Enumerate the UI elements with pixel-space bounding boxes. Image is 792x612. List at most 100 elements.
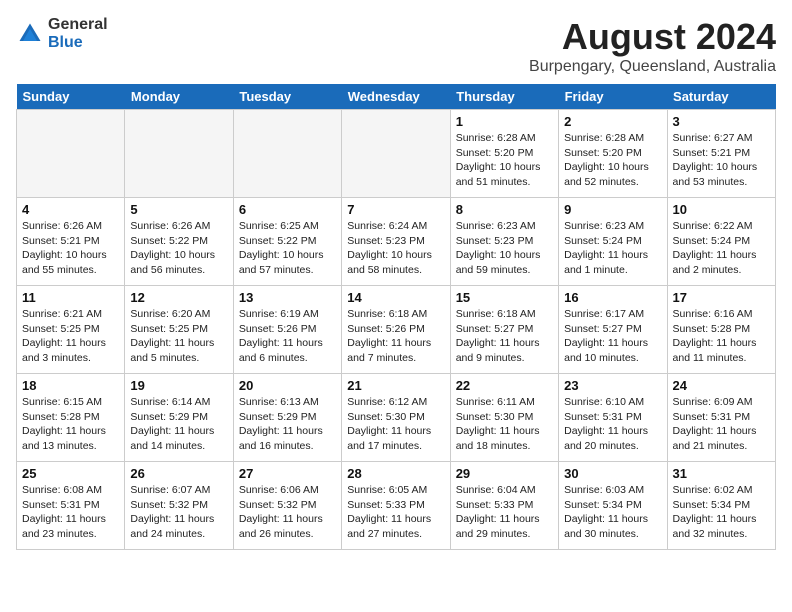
day-number: 18 xyxy=(22,378,119,393)
calendar-cell: 28 Sunrise: 6:05 AM Sunset: 5:33 PM Dayli… xyxy=(342,462,450,550)
calendar-cell: 30 Sunrise: 6:03 AM Sunset: 5:34 PM Dayli… xyxy=(559,462,667,550)
day-number: 16 xyxy=(564,290,661,305)
day-info: Sunrise: 6:28 AM Sunset: 5:20 PM Dayligh… xyxy=(564,131,661,190)
day-info: Sunrise: 6:28 AM Sunset: 5:20 PM Dayligh… xyxy=(456,131,553,190)
calendar-cell: 21 Sunrise: 6:12 AM Sunset: 5:30 PM Dayli… xyxy=(342,374,450,462)
day-info: Sunrise: 6:26 AM Sunset: 5:21 PM Dayligh… xyxy=(22,219,119,278)
day-info: Sunrise: 6:05 AM Sunset: 5:33 PM Dayligh… xyxy=(347,483,444,542)
day-number: 30 xyxy=(564,466,661,481)
calendar-cell: 5Sunrise: 6:26 AM Sunset: 5:22 PM Daylig… xyxy=(125,198,233,286)
logo-icon xyxy=(16,20,44,48)
day-info: Sunrise: 6:06 AM Sunset: 5:32 PM Dayligh… xyxy=(239,483,336,542)
logo-blue-text: Blue xyxy=(48,34,108,52)
calendar-week-row: 1 Sunrise: 6:28 AM Sunset: 5:20 PM Daylig… xyxy=(17,110,776,198)
day-number: 3 xyxy=(673,114,770,129)
day-info: Sunrise: 6:02 AM Sunset: 5:34 PM Dayligh… xyxy=(673,483,770,542)
day-info: Sunrise: 6:12 AM Sunset: 5:30 PM Dayligh… xyxy=(347,395,444,454)
logo-text: General Blue xyxy=(48,16,108,51)
calendar-cell: 10 Sunrise: 6:22 AM Sunset: 5:24 PM Dayli… xyxy=(667,198,775,286)
weekday-header-monday: Monday xyxy=(125,84,233,110)
day-number: 1 xyxy=(456,114,553,129)
weekday-header-wednesday: Wednesday xyxy=(342,84,450,110)
month-year-title: August 2024 xyxy=(529,16,776,58)
calendar-cell: 25Sunrise: 6:08 AM Sunset: 5:31 PM Dayli… xyxy=(17,462,125,550)
day-number: 10 xyxy=(673,202,770,217)
calendar-cell: 12 Sunrise: 6:20 AM Sunset: 5:25 PM Dayli… xyxy=(125,286,233,374)
day-info: Sunrise: 6:21 AM Sunset: 5:25 PM Dayligh… xyxy=(22,307,119,366)
day-number: 20 xyxy=(239,378,336,393)
calendar-cell: 31 Sunrise: 6:02 AM Sunset: 5:34 PM Dayli… xyxy=(667,462,775,550)
day-number: 11 xyxy=(22,290,119,305)
calendar-cell: 13 Sunrise: 6:19 AM Sunset: 5:26 PM Dayli… xyxy=(233,286,341,374)
weekday-header-saturday: Saturday xyxy=(667,84,775,110)
calendar-cell xyxy=(125,110,233,198)
day-info: Sunrise: 6:23 AM Sunset: 5:24 PM Dayligh… xyxy=(564,219,661,278)
day-number: 27 xyxy=(239,466,336,481)
day-info: Sunrise: 6:20 AM Sunset: 5:25 PM Dayligh… xyxy=(130,307,227,366)
day-info: Sunrise: 6:24 AM Sunset: 5:23 PM Dayligh… xyxy=(347,219,444,278)
calendar-cell: 29 Sunrise: 6:04 AM Sunset: 5:33 PM Dayli… xyxy=(450,462,558,550)
day-info: Sunrise: 6:04 AM Sunset: 5:33 PM Dayligh… xyxy=(456,483,553,542)
day-info: Sunrise: 6:14 AM Sunset: 5:29 PM Dayligh… xyxy=(130,395,227,454)
day-number: 7 xyxy=(347,202,444,217)
calendar-week-row: 25Sunrise: 6:08 AM Sunset: 5:31 PM Dayli… xyxy=(17,462,776,550)
weekday-header-friday: Friday xyxy=(559,84,667,110)
weekday-header-thursday: Thursday xyxy=(450,84,558,110)
calendar-cell: 11 Sunrise: 6:21 AM Sunset: 5:25 PM Dayli… xyxy=(17,286,125,374)
day-number: 29 xyxy=(456,466,553,481)
day-number: 6 xyxy=(239,202,336,217)
calendar-cell: 27 Sunrise: 6:06 AM Sunset: 5:32 PM Dayli… xyxy=(233,462,341,550)
calendar-cell: 7 Sunrise: 6:24 AM Sunset: 5:23 PM Daylig… xyxy=(342,198,450,286)
day-info: Sunrise: 6:15 AM Sunset: 5:28 PM Dayligh… xyxy=(22,395,119,454)
page-header: General Blue August 2024 Burpengary, Que… xyxy=(16,16,776,76)
day-number: 12 xyxy=(130,290,227,305)
day-info: Sunrise: 6:09 AM Sunset: 5:31 PM Dayligh… xyxy=(673,395,770,454)
day-info: Sunrise: 6:22 AM Sunset: 5:24 PM Dayligh… xyxy=(673,219,770,278)
calendar-cell: 17 Sunrise: 6:16 AM Sunset: 5:28 PM Dayli… xyxy=(667,286,775,374)
day-number: 24 xyxy=(673,378,770,393)
day-number: 31 xyxy=(673,466,770,481)
calendar-week-row: 18 Sunrise: 6:15 AM Sunset: 5:28 PM Dayli… xyxy=(17,374,776,462)
day-info: Sunrise: 6:19 AM Sunset: 5:26 PM Dayligh… xyxy=(239,307,336,366)
day-number: 25 xyxy=(22,466,119,481)
day-info: Sunrise: 6:03 AM Sunset: 5:34 PM Dayligh… xyxy=(564,483,661,542)
calendar-week-row: 11 Sunrise: 6:21 AM Sunset: 5:25 PM Dayli… xyxy=(17,286,776,374)
day-number: 8 xyxy=(456,202,553,217)
location-subtitle: Burpengary, Queensland, Australia xyxy=(529,58,776,76)
day-number: 13 xyxy=(239,290,336,305)
calendar-cell: 8Sunrise: 6:23 AM Sunset: 5:23 PM Daylig… xyxy=(450,198,558,286)
day-info: Sunrise: 6:26 AM Sunset: 5:22 PM Dayligh… xyxy=(130,219,227,278)
day-info: Sunrise: 6:18 AM Sunset: 5:26 PM Dayligh… xyxy=(347,307,444,366)
day-number: 15 xyxy=(456,290,553,305)
day-number: 4 xyxy=(22,202,119,217)
calendar-cell: 15 Sunrise: 6:18 AM Sunset: 5:27 PM Dayli… xyxy=(450,286,558,374)
day-number: 26 xyxy=(130,466,227,481)
weekday-header-tuesday: Tuesday xyxy=(233,84,341,110)
day-number: 21 xyxy=(347,378,444,393)
calendar-cell: 3Sunrise: 6:27 AM Sunset: 5:21 PM Daylig… xyxy=(667,110,775,198)
calendar-cell: 24 Sunrise: 6:09 AM Sunset: 5:31 PM Dayli… xyxy=(667,374,775,462)
day-info: Sunrise: 6:18 AM Sunset: 5:27 PM Dayligh… xyxy=(456,307,553,366)
day-number: 19 xyxy=(130,378,227,393)
calendar-week-row: 4 Sunrise: 6:26 AM Sunset: 5:21 PM Daylig… xyxy=(17,198,776,286)
day-info: Sunrise: 6:17 AM Sunset: 5:27 PM Dayligh… xyxy=(564,307,661,366)
calendar-cell: 6Sunrise: 6:25 AM Sunset: 5:22 PM Daylig… xyxy=(233,198,341,286)
calendar-cell: 18 Sunrise: 6:15 AM Sunset: 5:28 PM Dayli… xyxy=(17,374,125,462)
day-info: Sunrise: 6:16 AM Sunset: 5:28 PM Dayligh… xyxy=(673,307,770,366)
calendar-cell: 9 Sunrise: 6:23 AM Sunset: 5:24 PM Daylig… xyxy=(559,198,667,286)
day-info: Sunrise: 6:07 AM Sunset: 5:32 PM Dayligh… xyxy=(130,483,227,542)
day-number: 17 xyxy=(673,290,770,305)
day-number: 2 xyxy=(564,114,661,129)
logo-general-text: General xyxy=(48,16,108,34)
logo: General Blue xyxy=(16,16,108,51)
day-info: Sunrise: 6:11 AM Sunset: 5:30 PM Dayligh… xyxy=(456,395,553,454)
calendar-cell xyxy=(17,110,125,198)
day-number: 14 xyxy=(347,290,444,305)
calendar-cell: 14 Sunrise: 6:18 AM Sunset: 5:26 PM Dayli… xyxy=(342,286,450,374)
calendar-cell: 23Sunrise: 6:10 AM Sunset: 5:31 PM Dayli… xyxy=(559,374,667,462)
calendar-cell: 22Sunrise: 6:11 AM Sunset: 5:30 PM Dayli… xyxy=(450,374,558,462)
day-number: 23 xyxy=(564,378,661,393)
day-number: 28 xyxy=(347,466,444,481)
calendar-cell: 19 Sunrise: 6:14 AM Sunset: 5:29 PM Dayli… xyxy=(125,374,233,462)
day-number: 9 xyxy=(564,202,661,217)
